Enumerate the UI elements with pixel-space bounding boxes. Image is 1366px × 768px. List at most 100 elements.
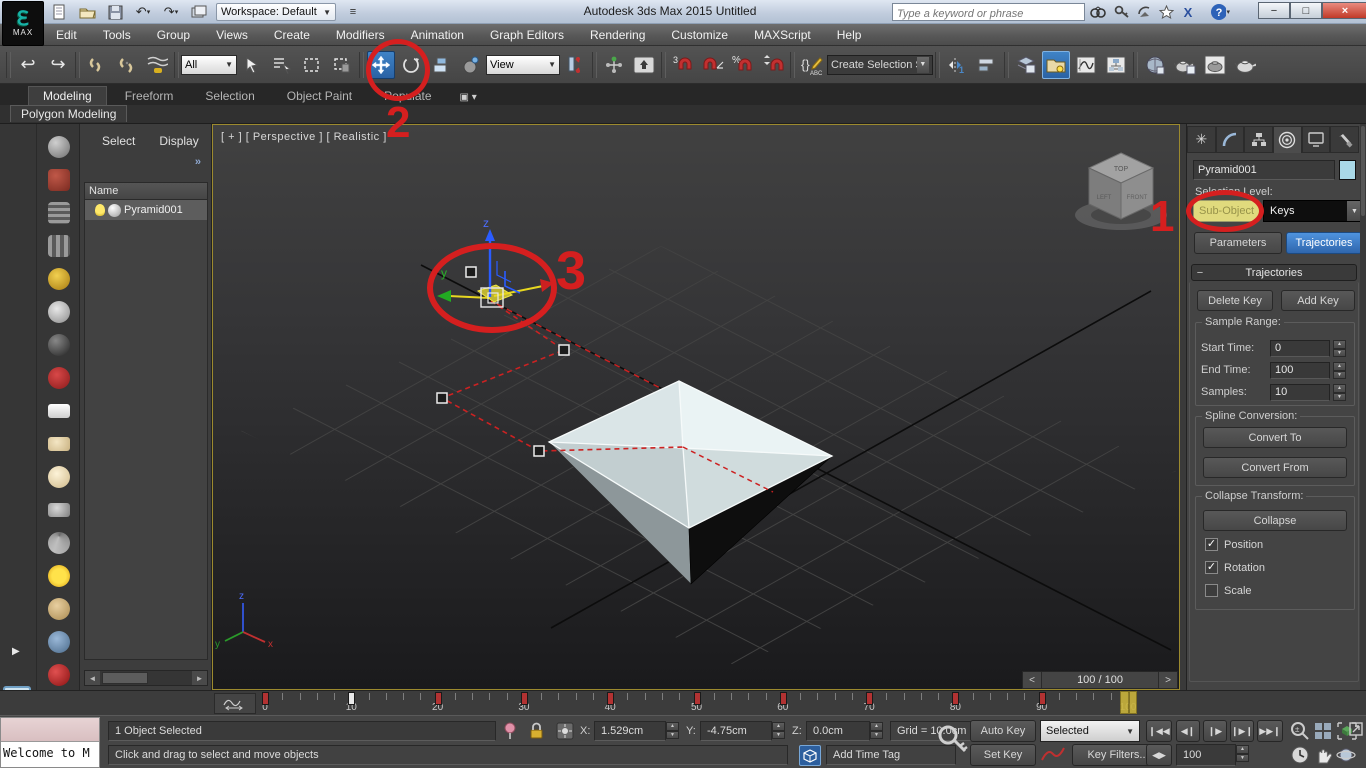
- select-and-manipulate-toggle-icon[interactable]: [600, 51, 628, 79]
- go-to-end-icon[interactable]: ▶▶❙: [1257, 720, 1283, 742]
- collapse-rollout-icon[interactable]: −: [1192, 267, 1208, 279]
- isolate-selection-pin-icon[interactable]: [503, 722, 517, 745]
- help-icon[interactable]: ? ▾: [1210, 3, 1230, 21]
- tab-motion[interactable]: [1273, 126, 1302, 153]
- zoom-all-icon[interactable]: [1313, 721, 1333, 746]
- manage-layers-icon[interactable]: [1012, 51, 1040, 79]
- scroll-left-icon[interactable]: ◄: [85, 671, 100, 685]
- icon-plane[interactable]: [46, 398, 72, 424]
- rectangular-selection-region-icon[interactable]: [298, 51, 326, 79]
- collapse-button[interactable]: Collapse: [1203, 510, 1347, 531]
- zoom-icon[interactable]: ±: [1290, 721, 1310, 746]
- spinner-snap-toggle-icon[interactable]: [759, 51, 787, 79]
- menu-rendering[interactable]: Rendering: [590, 28, 645, 42]
- icon-dark-sphere[interactable]: [46, 332, 72, 358]
- x-coord-spinner[interactable]: ▲▼: [666, 722, 679, 739]
- end-time-field[interactable]: 100: [1270, 362, 1330, 379]
- key-filter-scope-dropdown[interactable]: Selected▼: [1040, 720, 1140, 742]
- scroll-right-icon[interactable]: ►: [192, 671, 207, 685]
- object-name-field[interactable]: Pyramid001: [1193, 160, 1335, 180]
- selection-lock-icon[interactable]: [529, 722, 544, 745]
- icon-spray[interactable]: [46, 629, 72, 655]
- default-in-out-tangents-icon[interactable]: [1040, 746, 1066, 768]
- set-key-button[interactable]: Set Key: [970, 744, 1036, 766]
- menu-views[interactable]: Views: [216, 28, 248, 42]
- render-setup-icon[interactable]: [1171, 51, 1199, 79]
- ribbon-tab-modeling[interactable]: Modeling: [28, 86, 107, 105]
- pyramid-object[interactable]: [549, 381, 832, 528]
- start-time-spinner[interactable]: ▲▼: [1333, 340, 1346, 357]
- scene-object-row-pyramid001[interactable]: Pyramid001: [85, 200, 207, 220]
- menu-graph-editors[interactable]: Graph Editors: [490, 28, 564, 42]
- scroll-thumb[interactable]: [102, 672, 148, 684]
- menu-modifiers[interactable]: Modifiers: [336, 28, 385, 42]
- select-and-link-icon[interactable]: [83, 51, 111, 79]
- next-frame-icon[interactable]: ❙▶❙: [1230, 720, 1254, 742]
- search-communities-icon[interactable]: [1088, 3, 1108, 21]
- named-selection-sets-field[interactable]: Create Selection Se ▼: [827, 55, 933, 75]
- workspace-dropdown[interactable]: Workspace: Default▼: [216, 3, 336, 21]
- project-folder-icon[interactable]: [188, 3, 210, 21]
- timeline-key-80[interactable]: [952, 692, 959, 705]
- checkbox-rotation[interactable]: [1205, 561, 1218, 574]
- curve-editor-icon[interactable]: [1072, 51, 1100, 79]
- restore-button[interactable]: □: [1290, 2, 1322, 19]
- icon-cream-sphere[interactable]: [46, 464, 72, 490]
- tab-utilities[interactable]: [1330, 126, 1359, 153]
- z-coord-spinner[interactable]: ▲▼: [870, 722, 883, 739]
- z-coord-field[interactable]: 0.0cm: [806, 721, 870, 741]
- open-file-icon[interactable]: [76, 3, 98, 21]
- snaps-toggle-3d-icon[interactable]: 3: [669, 51, 697, 79]
- time-slider[interactable]: [1120, 691, 1137, 714]
- icon-polygon-sphere[interactable]: [46, 134, 72, 160]
- ribbon-minimize-icon[interactable]: ▣ ▾: [450, 90, 487, 105]
- favorites-star-icon[interactable]: [1156, 3, 1176, 21]
- icon-table[interactable]: [46, 233, 72, 259]
- perspective-viewport[interactable]: z y z x y TOP LEFT: [212, 124, 1180, 690]
- scene-explorer-toggle-icon[interactable]: [1042, 51, 1070, 79]
- command-panel-scrollbar[interactable]: [1360, 124, 1366, 690]
- sub-object-level-dropdown[interactable]: Keys▼: [1263, 200, 1363, 222]
- edit-named-selection-sets-icon[interactable]: {}ABC: [798, 51, 826, 79]
- checkbox-position[interactable]: [1205, 538, 1218, 551]
- timeline-key-30[interactable]: [521, 692, 528, 705]
- scene-explorer-select-menu[interactable]: Select: [102, 134, 135, 148]
- window-crossing-toggle-icon[interactable]: [328, 51, 356, 79]
- communication-center-icon[interactable]: [1134, 3, 1154, 21]
- welcome-window[interactable]: Welcome to M: [0, 717, 100, 768]
- expand-arrow-icon[interactable]: ▶: [12, 646, 20, 657]
- unlink-selection-icon[interactable]: [113, 51, 141, 79]
- tab-hierarchy[interactable]: [1244, 126, 1273, 153]
- tab-display[interactable]: [1302, 126, 1331, 153]
- close-button[interactable]: ×: [1322, 2, 1366, 19]
- help-search[interactable]: [892, 3, 1085, 21]
- previous-frame-arrow[interactable]: <: [1023, 672, 1041, 688]
- ribbon-tab-freeform[interactable]: Freeform: [111, 87, 188, 105]
- name-column-header[interactable]: Name: [84, 182, 208, 200]
- selection-filter-dropdown[interactable]: All▼: [181, 55, 237, 75]
- timeline-key-0[interactable]: [262, 692, 269, 705]
- key-mode-toggle-icon[interactable]: ◀▶: [1146, 744, 1172, 766]
- samples-field[interactable]: 10: [1270, 384, 1330, 401]
- icon-bones[interactable]: [46, 299, 72, 325]
- undo-scene-icon[interactable]: ↩: [14, 51, 42, 79]
- end-time-spinner[interactable]: ▲▼: [1333, 362, 1346, 379]
- samples-spinner[interactable]: ▲▼: [1333, 384, 1346, 401]
- reference-coordinate-dropdown[interactable]: View▼: [486, 55, 560, 75]
- viewport-label[interactable]: [ + ] [ Perspective ] [ Realistic ]: [221, 131, 387, 143]
- menu-group[interactable]: Group: [157, 28, 190, 42]
- delete-key-button[interactable]: Delete Key: [1197, 290, 1273, 311]
- icon-cone[interactable]: [46, 530, 72, 556]
- scene-explorer-hscrollbar[interactable]: ◄ ►: [84, 670, 208, 686]
- pan-view-hand-icon[interactable]: [1313, 745, 1333, 768]
- rendered-frame-window-icon[interactable]: [1201, 51, 1229, 79]
- icon-grid-list[interactable]: [46, 200, 72, 226]
- mirror-icon[interactable]: 1: [943, 51, 971, 79]
- scene-explorer-display-menu[interactable]: Display: [159, 134, 198, 148]
- checkbox-scale[interactable]: [1205, 584, 1218, 597]
- current-frame-field[interactable]: 100: [1176, 744, 1236, 766]
- menu-create[interactable]: Create: [274, 28, 310, 42]
- current-frame-spinner[interactable]: ▲▼: [1236, 745, 1249, 762]
- convert-to-button[interactable]: Convert To: [1203, 427, 1347, 448]
- convert-from-button[interactable]: Convert From: [1203, 457, 1347, 478]
